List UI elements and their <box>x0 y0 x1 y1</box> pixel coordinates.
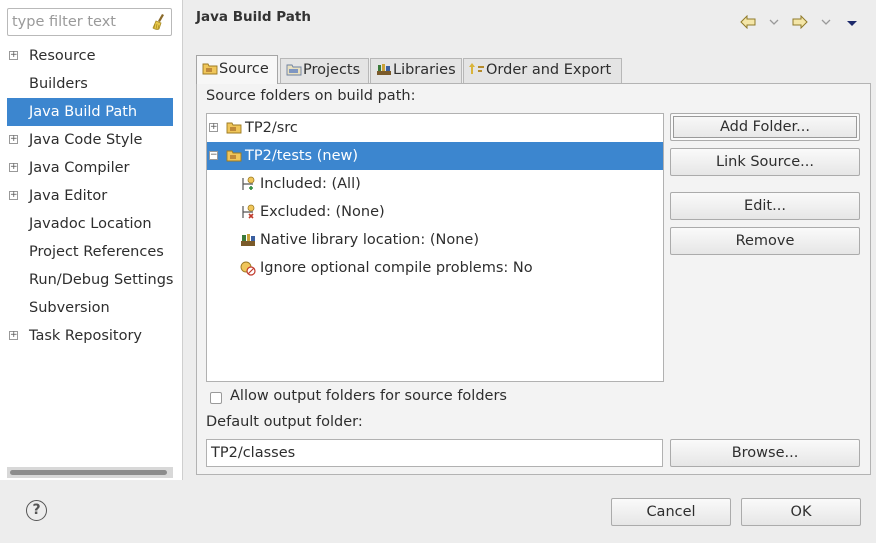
ok-button[interactable]: OK <box>741 498 861 526</box>
tab-order-and-export[interactable]: Order and Export <box>463 58 622 83</box>
filter-input[interactable] <box>8 9 148 35</box>
tree-row-label: TP2/tests (new) <box>245 148 359 164</box>
sidebar-item-javadoc-location[interactable]: Javadoc Location <box>7 210 173 238</box>
sidebar-horizontal-scrollbar[interactable] <box>7 467 173 478</box>
tree-row-included[interactable]: Included: (All) <box>207 170 663 198</box>
back-arrow-icon[interactable] <box>740 15 756 29</box>
source-folder-tree[interactable]: + TP2/src − TP2/tests (new) Included: (A… <box>206 113 664 382</box>
tree-row-ignore-problems[interactable]: Ignore optional compile problems: No <box>207 254 663 282</box>
sidebar-item-task-repository[interactable]: + Task Repository <box>7 322 173 350</box>
source-folder-icon <box>202 63 218 75</box>
tree-row-label: Ignore optional compile problems: No <box>260 260 533 276</box>
expand-icon[interactable]: + <box>9 331 18 340</box>
tab-source-label: Source <box>219 61 269 77</box>
cancel-button[interactable]: Cancel <box>611 498 731 526</box>
tree-row-label: Excluded: (None) <box>260 204 385 220</box>
tab-order-and-export-label: Order and Export <box>486 62 612 78</box>
remove-button[interactable]: Remove <box>670 227 860 255</box>
expand-icon[interactable]: + <box>9 191 18 200</box>
forward-dropdown-icon[interactable] <box>821 19 831 26</box>
sidebar-item-label: Javadoc Location <box>29 216 152 232</box>
tree-row-label: Included: (All) <box>260 176 361 192</box>
edit-button[interactable]: Edit... <box>670 192 860 220</box>
tab-projects[interactable]: Projects <box>280 58 369 83</box>
sidebar-item-subversion[interactable]: Subversion <box>7 294 173 322</box>
sidebar-item-label: Java Code Style <box>29 132 143 148</box>
tree-row-excluded[interactable]: Excluded: (None) <box>207 198 663 226</box>
sidebar-item-label: Resource <box>29 48 96 64</box>
preferences-tree: + Resource Builders Java Build Path + Java Co… <box>7 42 173 350</box>
sidebar-item-label: Project References <box>29 244 164 260</box>
sidebar-item-label: Subversion <box>29 300 110 316</box>
package-folder-icon <box>226 150 242 162</box>
sidebar-item-java-editor[interactable]: + Java Editor <box>7 182 173 210</box>
sidebar-item-java-compiler[interactable]: + Java Compiler <box>7 154 173 182</box>
tab-projects-label: Projects <box>303 62 361 78</box>
help-icon[interactable]: ? <box>26 500 47 521</box>
tab-libraries[interactable]: Libraries <box>370 58 462 83</box>
add-folder-button[interactable]: Add Folder... <box>670 113 860 141</box>
sidebar-item-java-code-style[interactable]: + Java Code Style <box>7 126 173 154</box>
tree-row-label: TP2/src <box>245 120 298 136</box>
expand-icon[interactable]: + <box>9 51 18 60</box>
sidebar-item-project-references[interactable]: Project References <box>7 238 173 266</box>
expand-icon[interactable]: + <box>209 123 218 132</box>
ignore-problems-icon <box>240 261 256 276</box>
allow-output-folders-label[interactable]: Allow output folders for source folders <box>230 388 507 404</box>
native-library-icon <box>241 234 255 246</box>
sidebar-item-label: Java Compiler <box>29 160 130 176</box>
broom-icon[interactable] <box>151 13 167 31</box>
link-source-button[interactable]: Link Source... <box>670 148 860 176</box>
view-menu-icon[interactable] <box>846 20 858 27</box>
source-folders-label: Source folders on build path: <box>206 88 416 104</box>
scrollbar-thumb[interactable] <box>10 470 167 475</box>
preferences-sidebar: + Resource Builders Java Build Path + Java Co… <box>0 0 183 480</box>
sidebar-item-label: Run/Debug Settings <box>29 272 174 288</box>
projects-icon <box>286 64 302 76</box>
page-title: Java Build Path <box>196 9 311 25</box>
default-output-folder-label: Default output folder: <box>206 414 363 430</box>
allow-output-folders-checkbox[interactable] <box>210 392 222 404</box>
forward-arrow-icon[interactable] <box>792 15 808 29</box>
package-folder-icon <box>226 122 242 134</box>
inclusion-filter-icon <box>242 176 255 190</box>
order-export-icon <box>469 63 484 74</box>
collapse-icon[interactable]: − <box>209 151 218 160</box>
filter-field[interactable] <box>7 8 172 36</box>
expand-icon[interactable]: + <box>9 163 18 172</box>
sidebar-item-label: Java Editor <box>29 188 108 204</box>
sidebar-item-label: Builders <box>29 76 88 92</box>
tree-row-native-library[interactable]: Native library location: (None) <box>207 226 663 254</box>
default-output-folder-input[interactable]: TP2/classes <box>206 439 663 467</box>
sidebar-item-label: Task Repository <box>29 328 143 344</box>
sidebar-item-run-debug-settings[interactable]: Run/Debug Settings <box>7 266 173 294</box>
browse-button[interactable]: Browse... <box>670 439 860 467</box>
tree-row-tp2-tests[interactable]: − TP2/tests (new) <box>207 142 663 170</box>
back-dropdown-icon[interactable] <box>769 19 779 26</box>
sidebar-item-builders[interactable]: Builders <box>7 70 173 98</box>
sidebar-item-java-build-path[interactable]: Java Build Path <box>7 98 173 126</box>
expand-icon[interactable]: + <box>9 135 18 144</box>
exclusion-filter-icon <box>242 204 255 219</box>
libraries-icon <box>377 64 391 75</box>
tree-row-label: Native library location: (None) <box>260 232 479 248</box>
sidebar-item-label: Java Build Path <box>29 104 138 120</box>
tree-row-tp2-src[interactable]: + TP2/src <box>207 114 663 142</box>
sidebar-item-resource[interactable]: + Resource <box>7 42 173 70</box>
tab-source[interactable]: Source <box>196 55 278 84</box>
tab-libraries-label: Libraries <box>393 62 456 78</box>
